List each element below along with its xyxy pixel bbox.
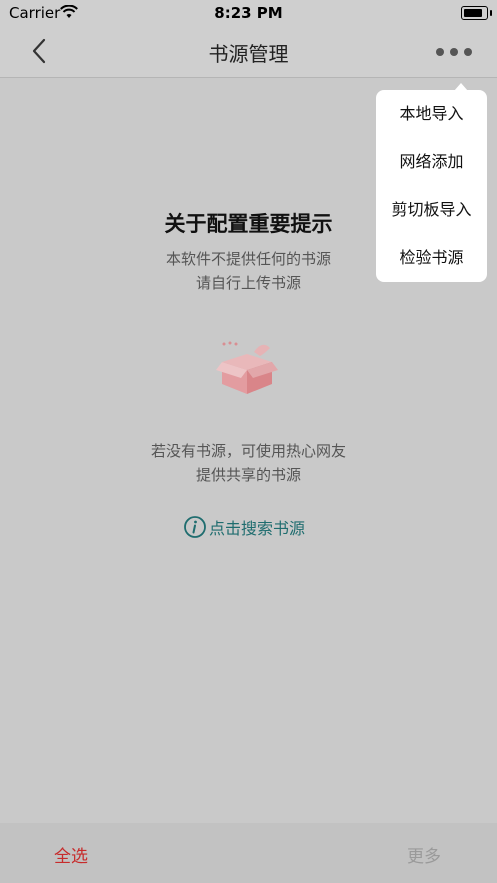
menu-item-network-add[interactable]: 网络添加: [376, 138, 487, 186]
status-time: 8:23 PM: [214, 4, 283, 22]
search-sources-link-label: 点击搜索书源: [209, 519, 306, 538]
search-sources-link[interactable]: 点击搜索书源: [184, 514, 305, 540]
hint-text-line-1: 若没有书源，可使用热心网友: [150, 442, 346, 460]
more-dropdown-menu: 本地导入 网络添加 剪切板导入 检验书源: [376, 83, 487, 282]
empty-box-illustration: [216, 341, 278, 394]
status-bar: Carrier 8:23 PM: [0, 0, 497, 26]
more-button[interactable]: 更多: [407, 842, 441, 867]
hint-text-line-2: 提供共享的书源: [195, 466, 301, 484]
menu-item-verify-sources[interactable]: 检验书源: [376, 234, 487, 282]
navigation-bar: 书源管理: [0, 26, 497, 78]
menu-item-clipboard-import[interactable]: 剪切板导入: [376, 186, 487, 234]
select-all-button[interactable]: 全选: [54, 842, 88, 867]
info-icon: [184, 516, 206, 538]
bottom-toolbar: 全选 更多: [0, 823, 497, 883]
battery-icon: [461, 6, 492, 20]
more-dots-icon[interactable]: [432, 42, 476, 62]
page-title: 书源管理: [208, 42, 289, 66]
menu-item-local-import[interactable]: 本地导入: [376, 90, 487, 138]
